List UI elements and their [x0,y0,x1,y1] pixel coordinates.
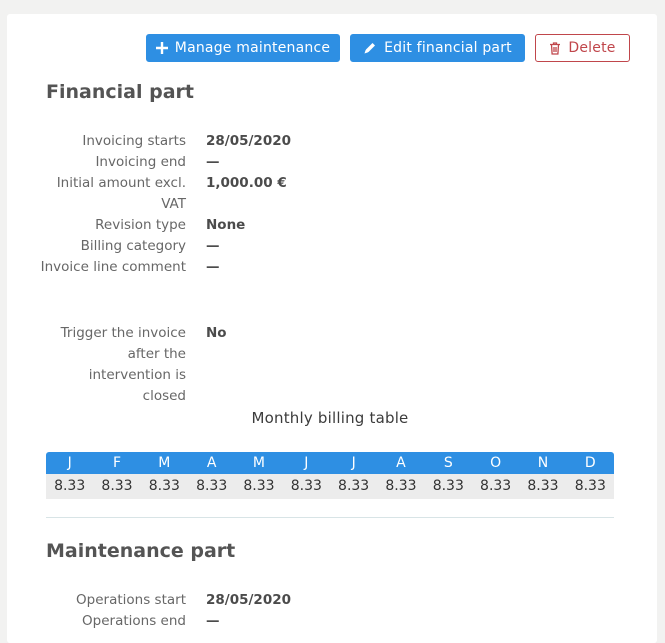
plus-icon [155,42,168,54]
month-header: S [443,455,453,471]
month-header: J [351,455,356,471]
month-header: J [67,455,72,471]
month-header: J [304,455,309,471]
month-header: D [584,455,596,471]
field-value: 28/05/2020 [206,133,292,149]
month-header: M [158,455,171,471]
edit-financial-part-label: Edit financial part [384,40,512,56]
field-value: None [206,217,246,233]
maintenance-card: Manage maintenance Edit financial part D… [7,14,657,643]
pencil-icon [363,41,377,55]
field-label: Invoicing end [95,154,186,170]
maintenance-part-title: Maintenance part [46,540,236,562]
field-value: — [206,238,220,254]
month-header: A [206,455,217,471]
month-value: 8.33 [148,478,180,494]
month-value: 8.33 [54,478,86,494]
field-label: Invoicing starts [82,133,186,149]
field-value: 1,000.00 € [206,175,287,191]
month-value: 8.33 [385,478,417,494]
field-value: — [206,259,220,275]
month-header: O [490,455,502,471]
month-value: 8.33 [480,478,512,494]
month-value: 8.33 [196,478,228,494]
billing-table-header: J F M A M J J A S O N D [46,452,614,474]
field-value: 28/05/2020 [206,592,292,608]
month-value: 8.33 [243,478,275,494]
month-value: 8.33 [574,478,606,494]
month-header: A [396,455,406,471]
trash-icon [549,41,561,55]
month-value: 8.33 [432,478,464,494]
billing-table-title: Monthly billing table [251,409,409,427]
manage-maintenance-button[interactable]: Manage maintenance [146,34,340,62]
month-value: 8.33 [101,478,133,494]
financial-part-title: Financial part [46,81,194,103]
edit-financial-part-button[interactable]: Edit financial part [350,34,525,62]
section-divider [46,517,614,518]
field-value: — [206,613,220,629]
field-value: No [206,325,227,341]
month-value: 8.33 [338,478,370,494]
month-header: N [537,455,549,471]
month-header: M [252,455,266,471]
manage-maintenance-label: Manage maintenance [174,40,331,56]
field-label: Invoice line comment [40,259,186,275]
billing-table-row: 8.33 8.33 8.33 8.33 8.33 8.33 8.33 8.33 … [46,474,614,499]
field-value: — [206,154,220,170]
field-label: Initial amount excl. VAT [56,175,186,212]
month-value: 8.33 [290,478,322,494]
field-label: Revision type [95,217,186,233]
field-label: Billing category [80,238,186,254]
month-header: F [112,455,122,471]
field-label: Trigger the invoice after the interventi… [60,325,186,404]
month-value: 8.33 [527,478,559,494]
field-label: Operations start [76,592,186,608]
delete-label: Delete [568,40,616,56]
field-label: Operations end [82,613,186,629]
delete-button[interactable]: Delete [535,34,630,62]
